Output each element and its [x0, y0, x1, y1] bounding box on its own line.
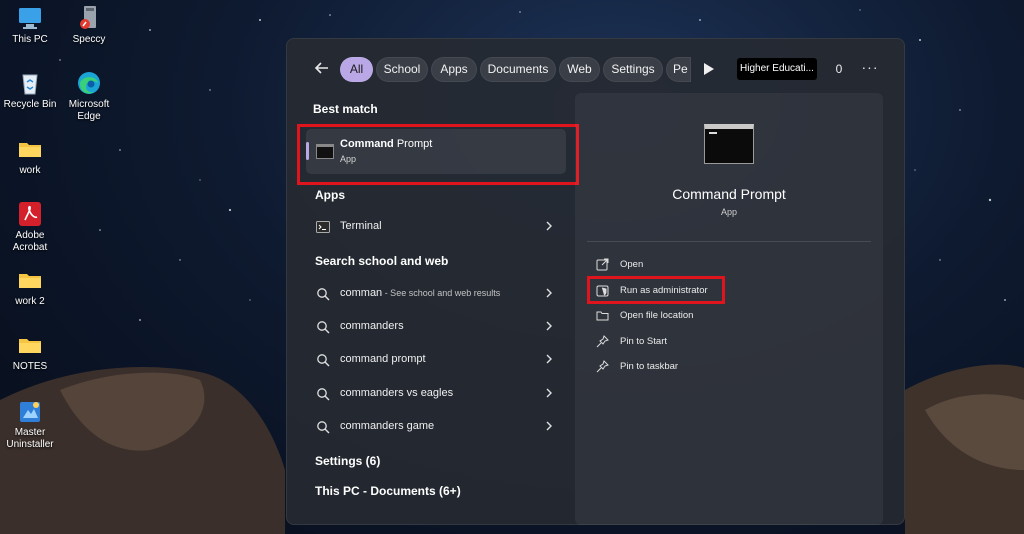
action-label: Open [620, 259, 644, 270]
action-label: Open file location [620, 310, 694, 321]
command-prompt-icon [316, 144, 334, 159]
search-web-heading: Search school and web [315, 254, 449, 268]
folder-icon [17, 136, 43, 162]
desktop-icon-label: Microsoft Edge [68, 99, 110, 122]
desktop-icon-master-uninstaller[interactable]: Master Uninstaller [0, 398, 62, 451]
action-open[interactable]: Open [594, 256, 794, 274]
desktop-icon-recycle-bin[interactable]: Recycle Bin [0, 70, 62, 111]
desktop-icon-label: work [19, 165, 41, 176]
desktop-icon-label: work 2 [15, 296, 45, 307]
search-icon [316, 320, 330, 334]
web-result-label: commanders game [340, 420, 435, 432]
web-result-hint: - See school and web results [382, 288, 501, 298]
filter-web[interactable]: Web [559, 57, 600, 82]
play-icon [704, 63, 714, 75]
edge-icon [76, 70, 102, 96]
filter-all[interactable]: All [340, 57, 373, 82]
desktop-icon-label: This PC [12, 34, 48, 45]
web-result[interactable]: commanders vs eagles [306, 380, 566, 408]
desktop-icon-speccy[interactable]: Speccy [57, 5, 121, 46]
shield-admin-icon [596, 284, 609, 297]
filter-school[interactable]: School [376, 57, 428, 82]
best-match-command-prompt[interactable]: Command Prompt App [306, 129, 566, 174]
rewards-points[interactable]: 0 [830, 60, 848, 78]
desktop-icon-label: NOTES [12, 361, 48, 372]
desktop-icon-work-2[interactable]: work 2 [0, 267, 62, 308]
app-result-label: Terminal [340, 220, 382, 232]
pin-icon [596, 360, 609, 373]
action-label: Pin to taskbar [620, 361, 679, 372]
web-result-label: commanders vs eagles [340, 387, 454, 399]
web-result[interactable]: commanders game [306, 413, 566, 441]
desktop-icon-label: Master Uninstaller [6, 427, 54, 450]
speccy-icon [76, 5, 102, 31]
search-icon [316, 353, 330, 367]
web-result-label: command prompt [340, 353, 426, 365]
best-match-type: App [340, 154, 357, 164]
web-result[interactable]: comman - See school and web results [306, 280, 566, 308]
web-result-query: comman [340, 287, 383, 299]
desktop-icon-label: Recycle Bin [3, 99, 57, 110]
documents-heading[interactable]: This PC - Documents (6+) [315, 484, 461, 498]
desktop-icon-label: Adobe Acrobat [12, 230, 48, 253]
details-divider [587, 241, 871, 242]
action-label: Run as administrator [620, 285, 708, 296]
selection-accent [306, 142, 309, 160]
web-result-label: commanders [340, 320, 404, 332]
best-match-name-bold: Command [340, 138, 394, 150]
chevron-right-icon [544, 219, 554, 233]
folder-icon [17, 332, 43, 358]
more-options-button[interactable]: ··· [860, 60, 880, 78]
filter-apps[interactable]: Apps [431, 57, 477, 82]
search-icon [316, 287, 330, 301]
filter-documents[interactable]: Documents [480, 57, 556, 82]
action-open-file-location[interactable]: Open file location [594, 307, 794, 325]
action-run-as-administrator[interactable]: Run as administrator [594, 282, 794, 300]
settings-heading[interactable]: Settings (6) [315, 454, 380, 468]
arrow-left-icon [314, 62, 328, 74]
action-pin-to-taskbar[interactable]: Pin to taskbar [594, 358, 794, 376]
desktop-icon-acrobat[interactable]: Adobe Acrobat [0, 201, 62, 254]
best-match-name-rest: Prompt [393, 138, 433, 150]
search-icon [316, 387, 330, 401]
action-label: Pin to Start [620, 336, 667, 347]
chevron-right-icon [544, 419, 554, 433]
this-pc-icon [17, 5, 43, 31]
scroll-filters-button[interactable] [703, 62, 715, 76]
action-pin-to-start[interactable]: Pin to Start [594, 333, 794, 351]
apps-heading: Apps [315, 188, 345, 202]
app-result-terminal[interactable]: Terminal [306, 213, 566, 241]
best-match-name: Command Prompt [340, 138, 432, 150]
command-prompt-icon [704, 124, 754, 164]
search-highlight-button[interactable]: Higher Educati... [737, 58, 817, 80]
desktop-icon-work[interactable]: work [0, 136, 62, 177]
chevron-right-icon [544, 319, 554, 333]
details-title: Command Prompt [672, 186, 786, 202]
web-result[interactable]: command prompt [306, 346, 566, 374]
folder-icon [17, 267, 43, 293]
chevron-right-icon [544, 286, 554, 300]
search-icon [316, 420, 330, 434]
web-result[interactable]: commanders [306, 313, 566, 341]
chevron-right-icon [544, 386, 554, 400]
details-type: App [720, 207, 737, 217]
folder-open-icon [596, 309, 609, 322]
pin-icon [596, 335, 609, 348]
recycle-bin-icon [17, 70, 43, 96]
open-external-icon [596, 258, 609, 271]
filter-people[interactable]: Pe [666, 57, 691, 82]
best-match-heading: Best match [313, 102, 378, 116]
desktop-icon-label: Speccy [72, 34, 106, 45]
acrobat-icon [17, 201, 43, 227]
desktop-icon-this-pc[interactable]: This PC [0, 5, 62, 46]
desktop-icon-edge[interactable]: Microsoft Edge [57, 70, 121, 123]
terminal-icon [316, 220, 330, 234]
filter-settings[interactable]: Settings [603, 57, 663, 82]
back-button[interactable] [313, 59, 335, 79]
desktop-icon-notes[interactable]: NOTES [0, 332, 62, 373]
web-result-label: comman - See school and web results [340, 287, 500, 299]
uninstaller-icon [17, 398, 43, 424]
chevron-right-icon [544, 352, 554, 366]
